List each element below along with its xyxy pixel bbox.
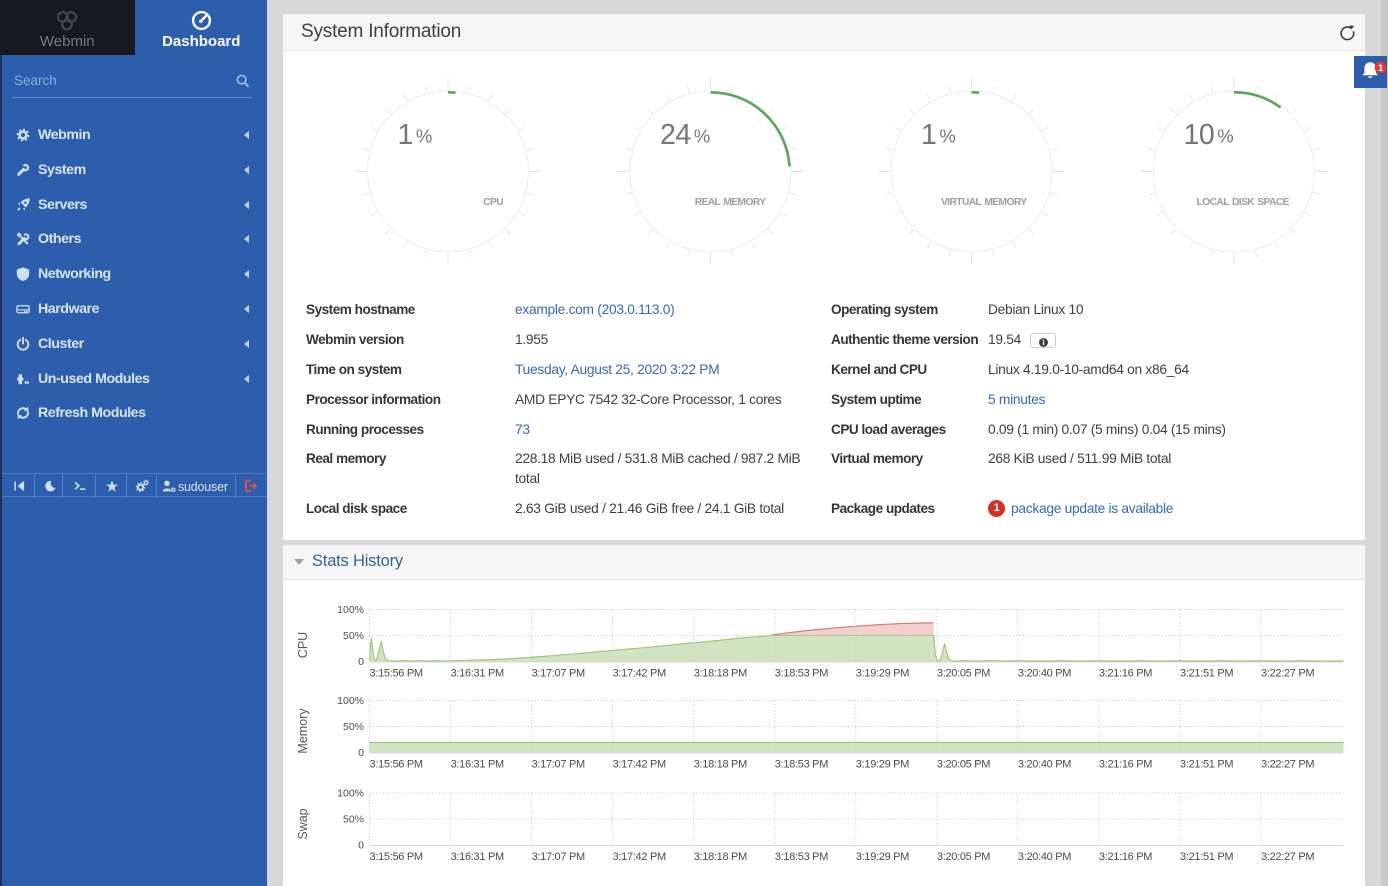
svg-text:3:20:05 PM: 3:20:05 PM — [937, 759, 990, 771]
svg-text:3:21:51 PM: 3:21:51 PM — [1180, 851, 1233, 863]
svg-text:3:19:29 PM: 3:19:29 PM — [856, 759, 909, 771]
svg-text:3:16:31 PM: 3:16:31 PM — [451, 759, 504, 771]
svg-text:Swap: Swap — [296, 808, 310, 839]
svg-text:3:21:16 PM: 3:21:16 PM — [1099, 668, 1152, 680]
svg-text:3:17:07 PM: 3:17:07 PM — [532, 668, 585, 680]
svg-text:3:18:53 PM: 3:18:53 PM — [775, 851, 828, 863]
svg-text:3:20:40 PM: 3:20:40 PM — [1018, 668, 1071, 680]
svg-text:LOCAL DISK SPACE: LOCAL DISK SPACE — [1197, 197, 1290, 208]
svg-text:3:21:16 PM: 3:21:16 PM — [1099, 759, 1152, 771]
svg-text:3:16:31 PM: 3:16:31 PM — [451, 851, 504, 863]
svg-text:Memory: Memory — [296, 708, 310, 754]
svg-text:3:20:05 PM: 3:20:05 PM — [937, 851, 990, 863]
svg-text:3:16:31 PM: 3:16:31 PM — [451, 668, 504, 680]
svg-text:3:22:27 PM: 3:22:27 PM — [1261, 668, 1314, 680]
svg-text:0: 0 — [358, 656, 364, 668]
svg-text:50%: 50% — [343, 721, 364, 733]
svg-text:3:18:18 PM: 3:18:18 PM — [694, 851, 747, 863]
svg-text:3:21:51 PM: 3:21:51 PM — [1180, 759, 1233, 771]
svg-text:3:17:42 PM: 3:17:42 PM — [613, 668, 666, 680]
svg-text:3:18:53 PM: 3:18:53 PM — [775, 668, 828, 680]
svg-text:3:18:18 PM: 3:18:18 PM — [694, 759, 747, 771]
svg-text:3:19:29 PM: 3:19:29 PM — [856, 851, 909, 863]
svg-text:3:18:53 PM: 3:18:53 PM — [775, 759, 828, 771]
svg-text:0: 0 — [358, 747, 364, 759]
svg-text:3:17:07 PM: 3:17:07 PM — [532, 759, 585, 771]
svg-text:3:20:40 PM: 3:20:40 PM — [1018, 759, 1071, 771]
svg-text:100%: 100% — [337, 788, 364, 800]
svg-text:3:20:40 PM: 3:20:40 PM — [1018, 851, 1071, 863]
svg-text:3:22:27 PM: 3:22:27 PM — [1261, 851, 1314, 863]
svg-text:CPU: CPU — [483, 197, 503, 208]
svg-text:3:17:07 PM: 3:17:07 PM — [532, 851, 585, 863]
svg-text:3:17:42 PM: 3:17:42 PM — [613, 851, 666, 863]
svg-text:50%: 50% — [343, 630, 364, 642]
svg-text:3:15:56 PM: 3:15:56 PM — [370, 851, 423, 863]
svg-text:100%: 100% — [337, 695, 364, 707]
svg-text:50%: 50% — [343, 814, 364, 826]
svg-text:100%: 100% — [337, 604, 364, 616]
svg-text:3:20:05 PM: 3:20:05 PM — [937, 668, 990, 680]
svg-text:VIRTUAL MEMORY: VIRTUAL MEMORY — [941, 197, 1027, 208]
svg-text:3:22:27 PM: 3:22:27 PM — [1261, 759, 1314, 771]
svg-text:3:15:56 PM: 3:15:56 PM — [370, 668, 423, 680]
svg-text:REAL MEMORY: REAL MEMORY — [695, 197, 767, 208]
svg-text:3:15:56 PM: 3:15:56 PM — [370, 759, 423, 771]
svg-text:3:21:51 PM: 3:21:51 PM — [1180, 668, 1233, 680]
svg-text:3:17:42 PM: 3:17:42 PM — [613, 759, 666, 771]
svg-text:0: 0 — [358, 840, 364, 852]
svg-text:3:19:29 PM: 3:19:29 PM — [856, 668, 909, 680]
svg-text:3:21:16 PM: 3:21:16 PM — [1099, 851, 1152, 863]
svg-text:CPU: CPU — [296, 632, 310, 658]
svg-text:1: 1 — [1378, 63, 1384, 74]
svg-text:3:18:18 PM: 3:18:18 PM — [694, 668, 747, 680]
